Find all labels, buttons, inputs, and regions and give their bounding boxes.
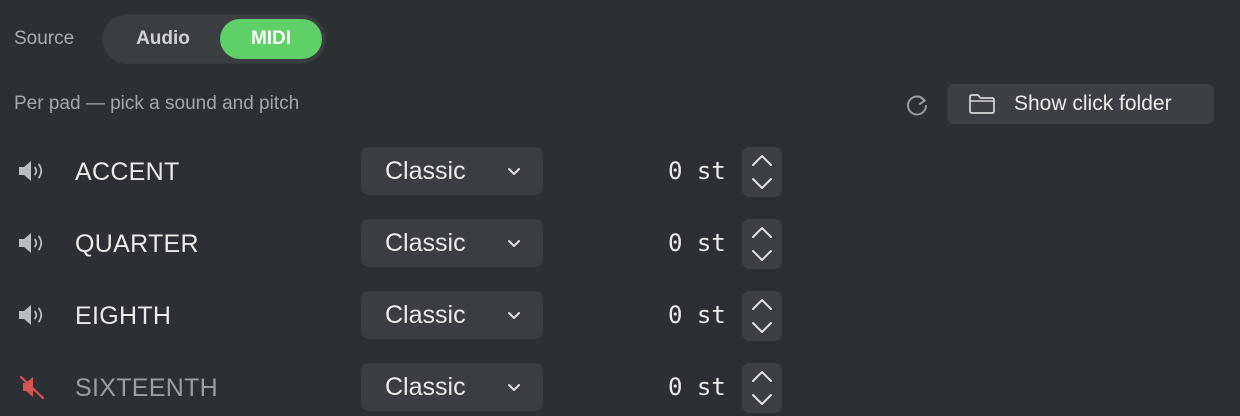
pad-name: EIGHTH (75, 302, 172, 330)
chevron-down-icon (752, 250, 772, 261)
pad-row-sixteenth: SIXTEENTH Classic 0 st (0, 363, 1240, 413)
pitch-up-button[interactable] (742, 219, 782, 244)
pitch-value: 0 st (668, 301, 726, 329)
pitch-stepper (742, 363, 782, 413)
pad-name: SIXTEENTH (75, 374, 218, 402)
pitch-up-button[interactable] (742, 147, 782, 172)
refresh-icon[interactable] (903, 91, 931, 119)
sound-select-value: Classic (385, 301, 466, 329)
pitch-stepper (742, 219, 782, 269)
source-segmented-control: Audio MIDI (102, 14, 326, 64)
pitch-value: 0 st (668, 157, 726, 185)
click-settings-panel: Source Audio MIDI Per pad — pick a sound… (0, 0, 1240, 416)
speaker-icon[interactable] (16, 302, 50, 328)
chevron-up-icon (752, 299, 772, 310)
pitch-value: 0 st (668, 373, 726, 401)
sound-select-value: Classic (385, 157, 466, 185)
show-click-folder-button[interactable]: Show click folder (947, 84, 1214, 124)
sound-select[interactable]: Classic (361, 291, 543, 339)
pad-row-eighth: EIGHTH Classic 0 st (0, 291, 1240, 341)
chevron-up-icon (752, 371, 772, 382)
chevron-up-icon (752, 227, 772, 238)
chevron-down-icon (506, 379, 522, 395)
sound-select-value: Classic (385, 373, 466, 401)
pitch-up-button[interactable] (742, 363, 782, 388)
chevron-down-icon (752, 394, 772, 405)
chevron-down-icon (752, 178, 772, 189)
pad-name: QUARTER (75, 230, 199, 258)
chevron-down-icon (506, 307, 522, 323)
per-pad-hint: Per pad — pick a sound and pitch (14, 93, 300, 114)
pad-row-quarter: QUARTER Classic 0 st (0, 219, 1240, 269)
chevron-up-icon (752, 155, 772, 166)
speaker-muted-icon[interactable] (16, 374, 50, 400)
pitch-down-button[interactable] (742, 172, 782, 197)
show-click-folder-label: Show click folder (1014, 92, 1172, 115)
sound-select-value: Classic (385, 229, 466, 257)
pad-row-accent: ACCENT Classic 0 st (0, 147, 1240, 197)
source-midi-option[interactable]: MIDI (220, 19, 322, 59)
pad-name: ACCENT (75, 158, 180, 186)
chevron-down-icon (506, 163, 522, 179)
pitch-value: 0 st (668, 229, 726, 257)
source-audio-option[interactable]: Audio (108, 19, 218, 59)
pitch-down-button[interactable] (742, 244, 782, 269)
speaker-icon[interactable] (16, 158, 50, 184)
pitch-down-button[interactable] (742, 388, 782, 413)
sound-select[interactable]: Classic (361, 219, 543, 267)
pitch-stepper (742, 147, 782, 197)
pitch-stepper (742, 291, 782, 341)
chevron-down-icon (506, 235, 522, 251)
chevron-down-icon (752, 322, 772, 333)
source-label: Source (14, 28, 75, 49)
folder-icon (968, 93, 996, 115)
pitch-down-button[interactable] (742, 316, 782, 341)
sound-select[interactable]: Classic (361, 363, 543, 411)
speaker-icon[interactable] (16, 230, 50, 256)
pitch-up-button[interactable] (742, 291, 782, 316)
sound-select[interactable]: Classic (361, 147, 543, 195)
